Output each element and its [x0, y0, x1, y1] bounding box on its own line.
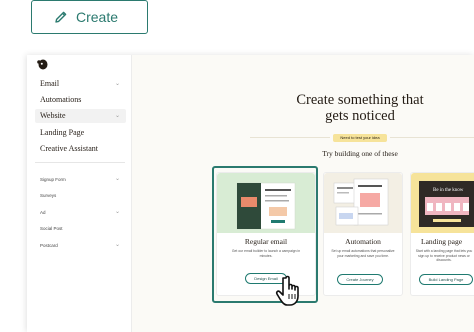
sidebar-item-label: Email	[40, 79, 60, 88]
pencil-icon	[55, 11, 67, 23]
chevron-down-icon: ⌄	[115, 175, 121, 182]
sidebar-item-creative-assistant[interactable]: Creative Assistant	[40, 144, 98, 153]
sidebar-item-label: Postcard	[40, 243, 58, 248]
build-landing-page-button[interactable]: Build Landing Page	[419, 274, 473, 285]
card-preview: Be in the know	[411, 173, 474, 233]
create-button[interactable]: Create	[31, 0, 148, 34]
card-description: Set up email automations that personaliz…	[331, 249, 395, 258]
create-button-label: Create	[76, 9, 119, 25]
sidebar-item-automations[interactable]: Automations	[40, 95, 81, 104]
card-landing-page[interactable]: Be in the know Landing page Start with a…	[410, 172, 474, 296]
chevron-down-icon: ⌄	[115, 208, 121, 215]
card-preview	[324, 173, 402, 233]
sidebar-item-label: Signup Form	[40, 177, 66, 182]
card-title: Automation	[345, 237, 381, 246]
create-journey-button[interactable]: Create Journey	[337, 274, 383, 285]
sidebar-divider	[35, 162, 125, 163]
sidebar-item-landing-page[interactable]: Landing Page	[40, 128, 84, 137]
hand-pointer-cursor-icon	[275, 275, 299, 306]
sidebar-item-label: Surveys	[40, 193, 57, 198]
automation-preview-illustration	[333, 178, 389, 226]
sidebar-item-label: Creative Assistant	[40, 144, 98, 153]
sidebar-item-signup-form[interactable]: Signup Form	[40, 177, 66, 182]
card-title: Landing page	[421, 237, 463, 246]
sidebar-item-postcard[interactable]: Postcard	[40, 243, 58, 248]
sidebar-item-social-post[interactable]: Social Post	[40, 226, 63, 231]
page-title-line2: gets noticed	[325, 108, 395, 124]
sidebar-item-label: Social Post	[40, 226, 63, 231]
chevron-down-icon: ⌄	[115, 112, 121, 119]
beta-badge: Need to test your idea	[333, 134, 387, 142]
card-banner-text: Be in the know	[433, 188, 464, 193]
page-title-line1: Create something that	[296, 92, 424, 108]
sidebar-item-label: Ad	[40, 210, 46, 215]
card-automation[interactable]: Automation Set up email automations that…	[323, 172, 403, 296]
landing-page-preview-illustration: Be in the know	[419, 181, 474, 227]
sidebar-item-website[interactable]: Website	[40, 111, 66, 120]
chevron-down-icon: ⌄	[115, 80, 121, 87]
divider-left	[250, 137, 330, 138]
sidebar-item-label: Website	[40, 111, 66, 120]
page-title: Create something that gets noticed	[270, 92, 450, 124]
sidebar-item-email[interactable]: Email	[40, 79, 59, 88]
sidebar-item-label: Landing Page	[40, 128, 85, 137]
chevron-down-icon: ⌄	[115, 241, 121, 248]
divider-right	[390, 137, 474, 138]
card-description: Start with a landing page that lets you …	[415, 249, 473, 263]
sidebar-item-label: Automations	[40, 95, 82, 104]
section-subtitle: Try building one of these	[322, 149, 398, 158]
mailchimp-logo-icon[interactable]	[36, 57, 50, 71]
sidebar-item-ad[interactable]: Ad	[40, 210, 46, 215]
sidebar-item-surveys[interactable]: Surveys	[40, 193, 56, 198]
